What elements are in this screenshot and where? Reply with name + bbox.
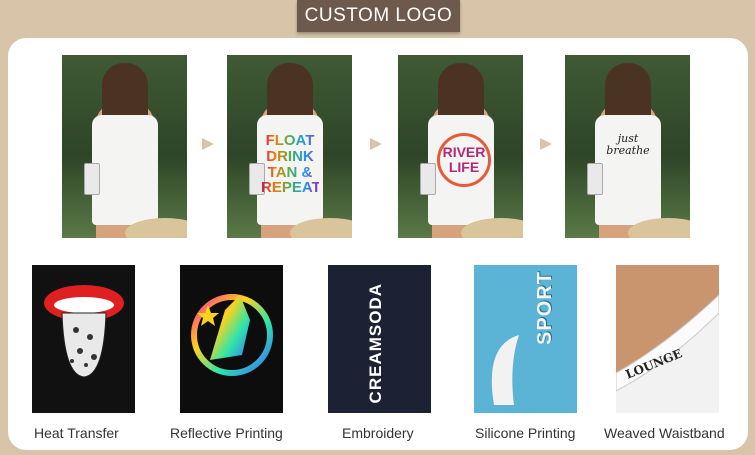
label-reflective-printing: Reflective Printing [170, 425, 283, 441]
arrow-right-icon [370, 138, 382, 150]
shirt-photo-blank [62, 55, 187, 238]
arrow-right-icon [540, 138, 552, 150]
shirt-photo-just-breathe: just breathe [565, 55, 690, 238]
unicorn-icon [180, 265, 283, 413]
label-heat-transfer: Heat Transfer [34, 425, 119, 441]
model [84, 63, 160, 238]
swoosh-icon [491, 335, 519, 405]
shirt-photo-float-drink: FLOAT DRINK TAN & REPEAT [227, 55, 352, 238]
reflective-printing-photo [180, 265, 283, 413]
label-embroidery: Embroidery [342, 425, 414, 441]
label-weaved-waistband: Weaved Waistband [604, 425, 725, 441]
waistband-icon [616, 265, 719, 413]
shirt-print-text: FLOAT DRINK TAN & REPEAT [261, 132, 321, 197]
heat-transfer-photo [32, 265, 135, 413]
embroidery-text: CREAMSODA [366, 283, 385, 404]
weaved-waistband-photo: LOUNGE [616, 265, 719, 413]
model: RIVER LIFE [420, 63, 496, 238]
model: FLOAT DRINK TAN & REPEAT [249, 63, 325, 238]
shirt-photo-river-life: RIVER LIFE [398, 55, 523, 238]
lips-tongue-icon [32, 265, 135, 413]
model: just breathe [587, 63, 663, 238]
shirt-print-text: just breathe [606, 132, 650, 157]
label-silicone-printing: Silicone Printing [475, 425, 576, 441]
arrow-right-icon [202, 138, 214, 150]
embroidery-photo: CREAMSODA [328, 265, 431, 413]
custom-logo-banner: CUSTOM LOGO [297, 0, 460, 32]
shirt-print-text: RIVER LIFE [437, 133, 491, 187]
silicone-printing-photo: SPORT [474, 265, 577, 413]
